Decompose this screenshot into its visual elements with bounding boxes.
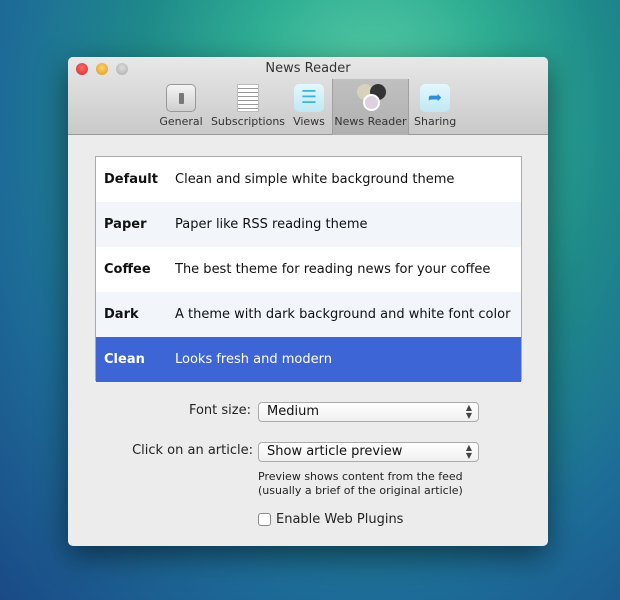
stepper-arrows-icon: ▲ ▼ xyxy=(465,403,472,420)
share-icon: ➦ xyxy=(420,84,450,112)
theme-row[interactable]: Dark A theme with dark background and whi… xyxy=(96,292,521,337)
window-title: News Reader xyxy=(265,61,351,76)
theme-circles-icon xyxy=(356,84,386,112)
tab-general[interactable]: General xyxy=(159,79,203,135)
light-switch-icon xyxy=(166,84,196,112)
theme-row-selected[interactable]: Clean Looks fresh and modern xyxy=(96,337,521,382)
theme-list: Default Clean and simple white background… xyxy=(95,156,522,382)
click-article-select[interactable]: Show article preview ▲ ▼ xyxy=(258,442,479,462)
theme-row[interactable]: Coffee The best theme for reading news fo… xyxy=(96,247,521,292)
tab-sharing[interactable]: ➦ Sharing xyxy=(414,79,456,135)
checkbox-icon[interactable] xyxy=(258,513,271,526)
tab-views[interactable]: ☰ Views xyxy=(291,79,327,135)
tab-subscriptions[interactable]: Subscriptions xyxy=(210,79,286,135)
tab-news-reader[interactable]: News Reader xyxy=(332,79,409,135)
font-size-label: Font size: xyxy=(188,403,251,418)
document-list-icon xyxy=(237,84,259,112)
preferences-window: News Reader General Subscriptions ☰ View… xyxy=(68,57,548,546)
toolbar: News Reader General Subscriptions ☰ View… xyxy=(68,57,548,135)
theme-row[interactable]: Paper Paper like RSS reading theme xyxy=(96,202,521,247)
list-icon: ☰ xyxy=(294,84,324,112)
font-size-select[interactable]: Medium ▲ ▼ xyxy=(258,402,479,422)
stepper-arrows-icon: ▲ ▼ xyxy=(465,443,472,460)
theme-row[interactable]: Default Clean and simple white background… xyxy=(96,157,521,202)
preview-help-text: Preview shows content from the feed (usua… xyxy=(258,470,463,497)
click-article-label: Click on an article: xyxy=(132,443,253,458)
enable-web-plugins-checkbox[interactable]: Enable Web Plugins xyxy=(258,512,403,527)
